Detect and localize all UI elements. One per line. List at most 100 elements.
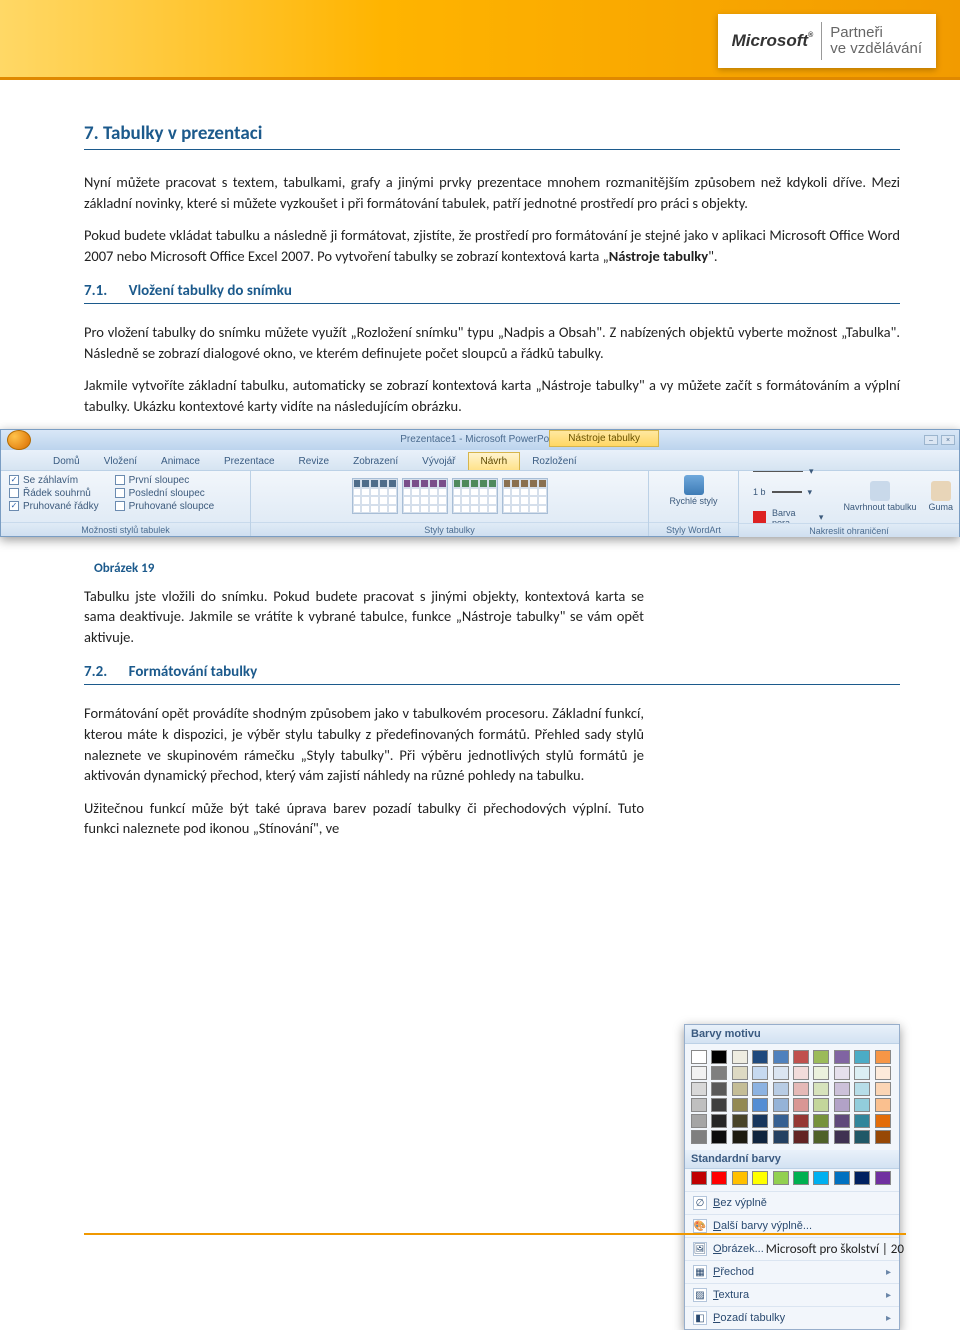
para-after-fig: Tabulku jste vložili do snímku. Pokud bu… [84, 586, 644, 648]
color-swatch [854, 1050, 870, 1064]
color-swatch [732, 1050, 748, 1064]
heading-7-2-text: Formátování tabulky [129, 663, 258, 681]
style-thumb-4 [502, 478, 548, 514]
menu-item-label: Textura [713, 1289, 749, 1301]
heading-7-1: 7.1. Vložení tabulky do snímku [84, 282, 900, 304]
ribbon-screenshot: Prezentace1 - Microsoft PowerPoint Nástr… [0, 429, 960, 537]
color-swatch [691, 1114, 707, 1128]
registered-mark: ® [808, 31, 813, 39]
menu-item-label: Pozadí tabulky [713, 1312, 785, 1324]
color-swatch [854, 1098, 870, 1112]
color-swatch [691, 1098, 707, 1112]
heading-7-1-text: Vložení tabulky do snímku [129, 282, 292, 300]
submenu-arrow-icon: ▸ [886, 1267, 891, 1278]
group-wordart: Rychlé styly Styly WordArt [649, 471, 739, 536]
menu-item-icon: 🖼 [693, 1242, 707, 1256]
color-swatch [773, 1050, 789, 1064]
color-swatch [793, 1130, 809, 1144]
color-swatch [732, 1098, 748, 1112]
color-swatch [711, 1050, 727, 1064]
microsoft-logo: Microsoft ® [732, 31, 814, 51]
color-swatch [752, 1130, 768, 1144]
submenu-arrow-icon: ▸ [886, 1290, 891, 1301]
panel-menu-item: ∅Bez výplně [685, 1191, 899, 1214]
context-tab-label: Nástroje tabulky [549, 430, 659, 447]
style-thumb-1 [352, 478, 398, 514]
color-swatch [773, 1130, 789, 1144]
color-swatch [732, 1171, 748, 1185]
theme-colors-header: Barvy motivu [685, 1025, 899, 1044]
color-swatch [711, 1066, 727, 1080]
page-content: 7. Tabulky v prezentaci Nyní můžete prac… [84, 122, 900, 851]
color-swatch [732, 1082, 748, 1096]
color-swatch [834, 1066, 850, 1080]
footer-rule [84, 1233, 906, 1235]
opts-col2: První sloupec Poslední sloupec Pruhované… [107, 471, 223, 516]
color-swatch [834, 1098, 850, 1112]
partner-text: Partneři ve vzdělávání [830, 25, 922, 58]
color-swatch [813, 1171, 829, 1185]
color-swatch [773, 1114, 789, 1128]
partner-line2: ve vzdělávání [830, 41, 922, 58]
color-swatch [875, 1066, 891, 1080]
standard-color-row [685, 1169, 899, 1191]
ribbon-titlebar: Prezentace1 - Microsoft PowerPoint Nástr… [1, 430, 959, 450]
panel-menu-item: ▨Textura▸ [685, 1283, 899, 1306]
group-draw-borders: ▾ 1 b▾ Barva pera▾ Navrhnout tabulku Gum… [739, 471, 959, 536]
color-swatch [834, 1171, 850, 1185]
checkbox-icon [9, 488, 19, 498]
draw-table-label: Navrhnout tabulku [843, 502, 916, 512]
partner-line1: Partneři [830, 25, 922, 42]
color-dropdown-panel: Barvy motivu Standardní barvy ∅Bez výpln… [684, 1024, 900, 1330]
color-swatch [691, 1171, 707, 1185]
para-7-2-1: Formátování opět provádíte shodným způso… [84, 703, 644, 785]
tab-presentation: Prezentace [212, 453, 287, 470]
menu-item-icon: 🎨 [693, 1219, 707, 1233]
window-controls: – × [924, 435, 955, 445]
color-swatch [691, 1050, 707, 1064]
color-swatch [813, 1082, 829, 1096]
tab-layout: Rozložení [520, 453, 588, 470]
tab-design-active: Návrh [468, 452, 521, 470]
para-intro-1: Nyní můžete pracovat s textem, tabulkami… [84, 172, 900, 213]
panel-items: ∅Bez výplně 🎨 Další barvy výplně... 🖼 Obráze… [685, 1191, 899, 1329]
color-swatch [813, 1098, 829, 1112]
color-swatch [875, 1114, 891, 1128]
color-swatch [773, 1066, 789, 1080]
panel-menu-item: ▦Přechod▸ [685, 1260, 899, 1283]
checkbox-icon: ✓ [9, 475, 19, 485]
color-swatch [711, 1082, 727, 1096]
tab-review: Revize [287, 453, 342, 470]
color-swatch [793, 1114, 809, 1128]
color-swatch [793, 1171, 809, 1185]
group-label-2: Styly tabulky [251, 522, 648, 536]
color-swatch [752, 1171, 768, 1185]
heading-7: 7. Tabulky v prezentaci [84, 122, 900, 150]
color-swatch [834, 1130, 850, 1144]
menu-item-label: Další barvy výplně... [713, 1220, 812, 1232]
window-title: Prezentace1 - Microsoft PowerPoint [1, 434, 959, 445]
color-swatch [752, 1050, 768, 1064]
group-style-options: ✓Se záhlavím Řádek souhrnů ✓Pruhované řá… [1, 471, 251, 536]
color-swatch [875, 1098, 891, 1112]
color-swatch [854, 1066, 870, 1080]
color-swatch [834, 1082, 850, 1096]
figure-caption-19: Obrázek 19 [94, 561, 900, 576]
color-swatch [773, 1082, 789, 1096]
color-swatch [813, 1066, 829, 1080]
footer-text: Microsoft pro školství | 20 [766, 1242, 904, 1257]
color-swatch [854, 1114, 870, 1128]
color-swatch [793, 1066, 809, 1080]
logo-separator [821, 22, 822, 60]
tab-view: Zobrazení [341, 453, 410, 470]
color-swatch [813, 1050, 829, 1064]
color-swatch [793, 1098, 809, 1112]
close-icon: × [941, 435, 955, 445]
draw-table-icon [870, 481, 890, 501]
color-swatch [875, 1130, 891, 1144]
color-swatch [875, 1050, 891, 1064]
menu-item-icon: ∅ [693, 1196, 707, 1210]
color-swatch [875, 1171, 891, 1185]
color-swatch [834, 1050, 850, 1064]
menu-item-label: Obrázek... [713, 1243, 764, 1255]
